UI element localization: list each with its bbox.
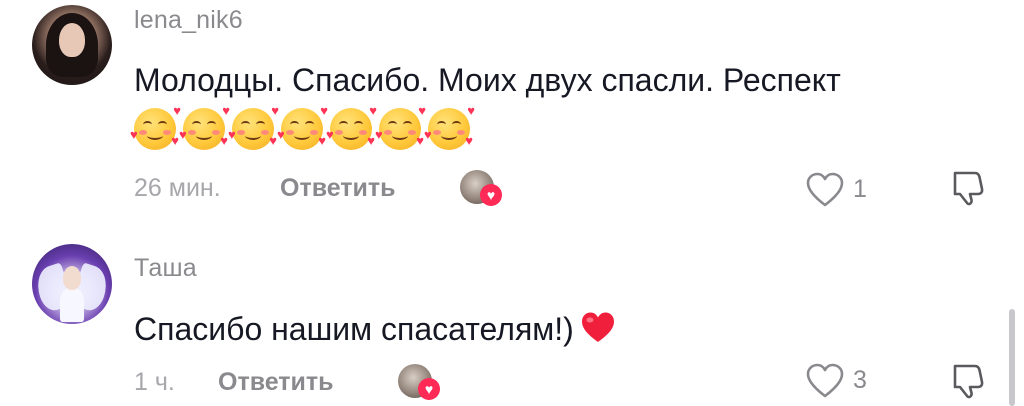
smiling-face-with-hearts-icon: ♥ ♥ ♥: [130, 103, 181, 150]
comment-time: 26 мин.: [134, 174, 221, 202]
red-heart-icon: [581, 312, 614, 342]
like-count: 1: [853, 175, 867, 203]
heart-badge-icon: ♥: [480, 184, 502, 206]
smiling-face-with-hearts-icon: ♥ ♥ ♥: [424, 103, 475, 150]
thumbs-down-outline-icon[interactable]: [947, 168, 987, 208]
comment-time: 1 ч.: [134, 368, 175, 396]
smiling-face-with-hearts-icon: ♥ ♥ ♥: [375, 103, 426, 150]
comment-username[interactable]: lena_nik6: [134, 6, 243, 35]
avatar[interactable]: [32, 244, 112, 324]
reply-button[interactable]: Ответить: [218, 368, 334, 397]
reply-button[interactable]: Ответить: [280, 174, 396, 203]
comment-username[interactable]: Таша: [134, 254, 197, 283]
smiling-face-with-hearts-icon: ♥ ♥ ♥: [228, 103, 279, 150]
avatar[interactable]: [32, 5, 112, 85]
thumbs-down-outline-icon[interactable]: [947, 361, 987, 401]
comment-text: Молодцы. Спасибо. Моих двух спасли. Респ…: [134, 62, 841, 98]
smiling-face-with-hearts-icon: ♥ ♥ ♥: [326, 103, 377, 150]
comment-text: Спасибо нашим спасателям!): [134, 311, 574, 347]
heart-outline-icon[interactable]: [805, 171, 845, 211]
scrollbar[interactable]: [1009, 309, 1015, 406]
smiling-face-with-hearts-icon: ♥ ♥ ♥: [179, 103, 230, 150]
comment-text-row: Спасибо нашим спасателям!): [134, 310, 616, 348]
comment-item: Таша Спасибо нашим спасателям!) 1 ч. Отв…: [0, 238, 1024, 406]
creator-liked-icon: ♥: [460, 170, 502, 206]
smiling-face-with-hearts-icon: ♥ ♥ ♥: [277, 103, 328, 150]
heart-outline-icon[interactable]: [805, 362, 845, 402]
like-count: 3: [853, 366, 867, 394]
emoji-row: ♥ ♥ ♥ ♥ ♥ ♥ ♥ ♥ ♥ ♥ ♥ ♥ ♥ ♥ ♥ ♥ ♥ ♥ ♥ ♥ ♥: [130, 103, 475, 158]
comment-item: lena_nik6 Молодцы. Спасибо. Моих двух сп…: [0, 0, 1024, 225]
heart-badge-icon: ♥: [418, 378, 440, 400]
creator-liked-icon: ♥: [398, 364, 440, 400]
